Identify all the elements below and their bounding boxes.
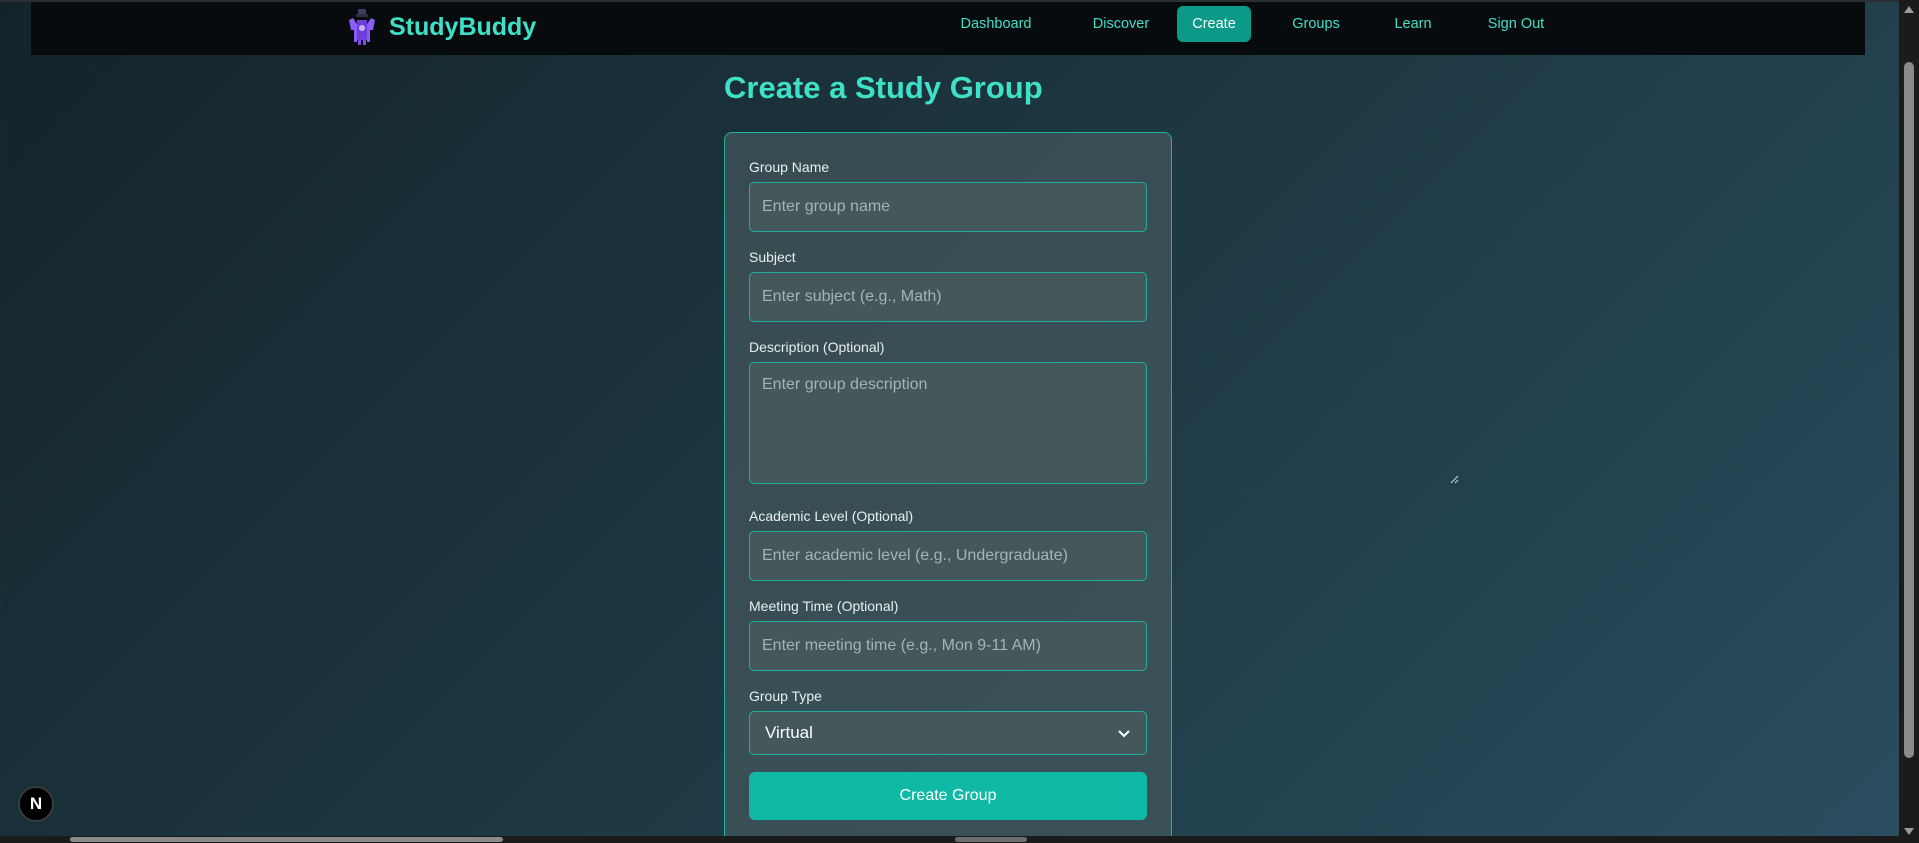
vertical-scrollbar[interactable] [1899, 0, 1919, 843]
group-name-label: Group Name [749, 159, 830, 175]
academic-level-input[interactable] [749, 531, 1147, 581]
nav-dashboard[interactable]: Dashboard [942, 6, 1050, 42]
scroll-up-icon[interactable] [1904, 6, 1914, 13]
nav-links: Dashboard Discover Create Groups Learn S… [31, 2, 1865, 55]
nav-sign-out[interactable]: Sign Out [1471, 6, 1561, 42]
group-type-selected-value: Virtual [765, 723, 813, 742]
page-title: Create a Study Group [724, 70, 1043, 105]
dev-tools-badge[interactable]: N [18, 786, 54, 822]
nav-learn[interactable]: Learn [1378, 6, 1448, 42]
nav-groups[interactable]: Groups [1274, 6, 1358, 42]
academic-level-label: Academic Level (Optional) [749, 508, 914, 524]
horizontal-scrollbar-thumb[interactable] [70, 837, 503, 842]
chevron-down-icon [1118, 730, 1130, 738]
group-type-select[interactable]: Virtual [749, 711, 1147, 755]
subject-input[interactable] [749, 272, 1147, 322]
nav-discover[interactable]: Discover [1073, 6, 1169, 42]
meeting-time-input[interactable] [749, 621, 1147, 671]
description-textarea[interactable] [749, 362, 1147, 484]
subject-label: Subject [749, 249, 796, 265]
scroll-down-icon[interactable] [1904, 828, 1914, 835]
vertical-scrollbar-thumb[interactable] [1904, 62, 1914, 758]
meeting-time-label: Meeting Time (Optional) [749, 598, 899, 614]
create-group-button[interactable]: Create Group [749, 772, 1147, 820]
description-label: Description (Optional) [749, 339, 885, 355]
top-navbar: StudyBuddy Dashboard Discover Create Gro… [31, 2, 1865, 55]
horizontal-scrollbar[interactable] [0, 836, 1899, 843]
create-group-form: Group Name Subject Description (Optional… [724, 132, 1459, 843]
nav-create[interactable]: Create [1177, 6, 1251, 42]
group-name-input[interactable] [749, 182, 1147, 232]
resize-handle-icon[interactable] [1449, 474, 1459, 484]
horizontal-scrollbar-marker [955, 837, 1027, 842]
group-type-label: Group Type [749, 688, 822, 704]
